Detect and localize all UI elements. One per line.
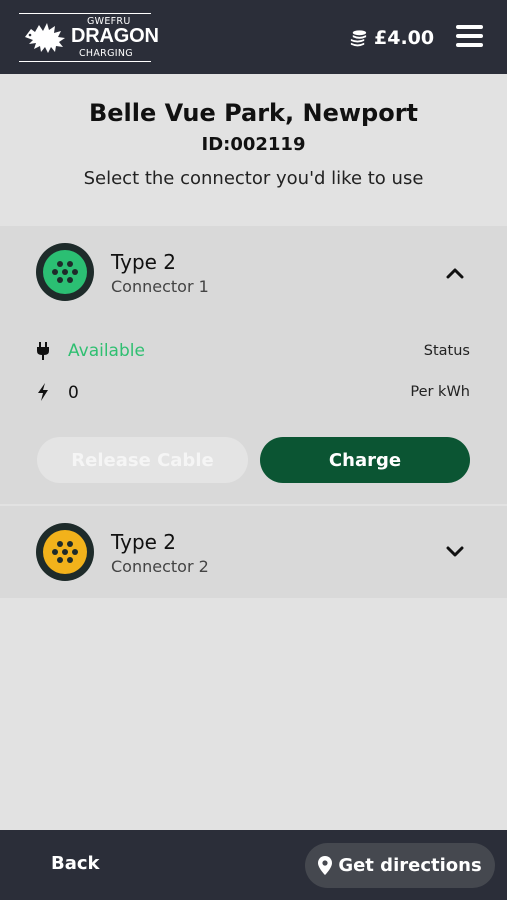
status-label: Status [423,343,470,359]
type2-connector-icon [36,243,94,301]
charge-button[interactable]: Charge [260,437,470,483]
hamburger-menu-icon[interactable] [456,25,483,49]
gwefru-dragon-logo[interactable]: GWEFRU DRAGON CHARGING [19,13,159,62]
chevron-down-icon[interactable] [446,546,464,558]
coins-icon [350,29,367,46]
dragon-icon [25,23,65,53]
lightning-bolt-icon [38,383,48,401]
connector-number: Connector 2 [111,557,209,576]
map-pin-icon [318,856,333,875]
status-value: Available [68,341,145,361]
get-directions-button[interactable]: Get directions [305,843,495,888]
release-cable-button[interactable]: Release Cable [37,437,248,483]
connector-hint: Select the connector you'd like to use [83,168,424,189]
connector-card-2[interactable]: Type 2 Connector 2 [0,506,507,598]
logo-bottom-text: CHARGING [79,48,133,59]
top-bar: GWEFRU DRAGON CHARGING £4.00 [0,0,507,74]
price-label: Per kWh [410,384,470,400]
connector-number: Connector 1 [111,277,209,296]
plug-icon [37,342,49,360]
connector-type: Type 2 [111,530,177,554]
connector-type: Type 2 [111,250,177,274]
chevron-up-icon[interactable] [446,267,464,279]
back-button[interactable]: Back [51,853,100,874]
get-directions-label: Get directions [338,855,482,876]
site-info: Belle Vue Park, Newport ID:002119 Select… [0,74,507,226]
type2-connector-icon [36,523,94,581]
balance-amount: £4.00 [374,27,435,49]
connector-card-1: Type 2 Connector 1 Available Status 0 Pe… [0,226,507,504]
price-value: 0 [68,383,79,403]
wallet-balance[interactable]: £4.00 [349,24,434,52]
logo-main-text: DRAGON [71,25,159,47]
site-name: Belle Vue Park, Newport [88,99,418,127]
site-id: ID:002119 [201,134,306,155]
bottom-bar: Back Get directions [0,830,507,900]
